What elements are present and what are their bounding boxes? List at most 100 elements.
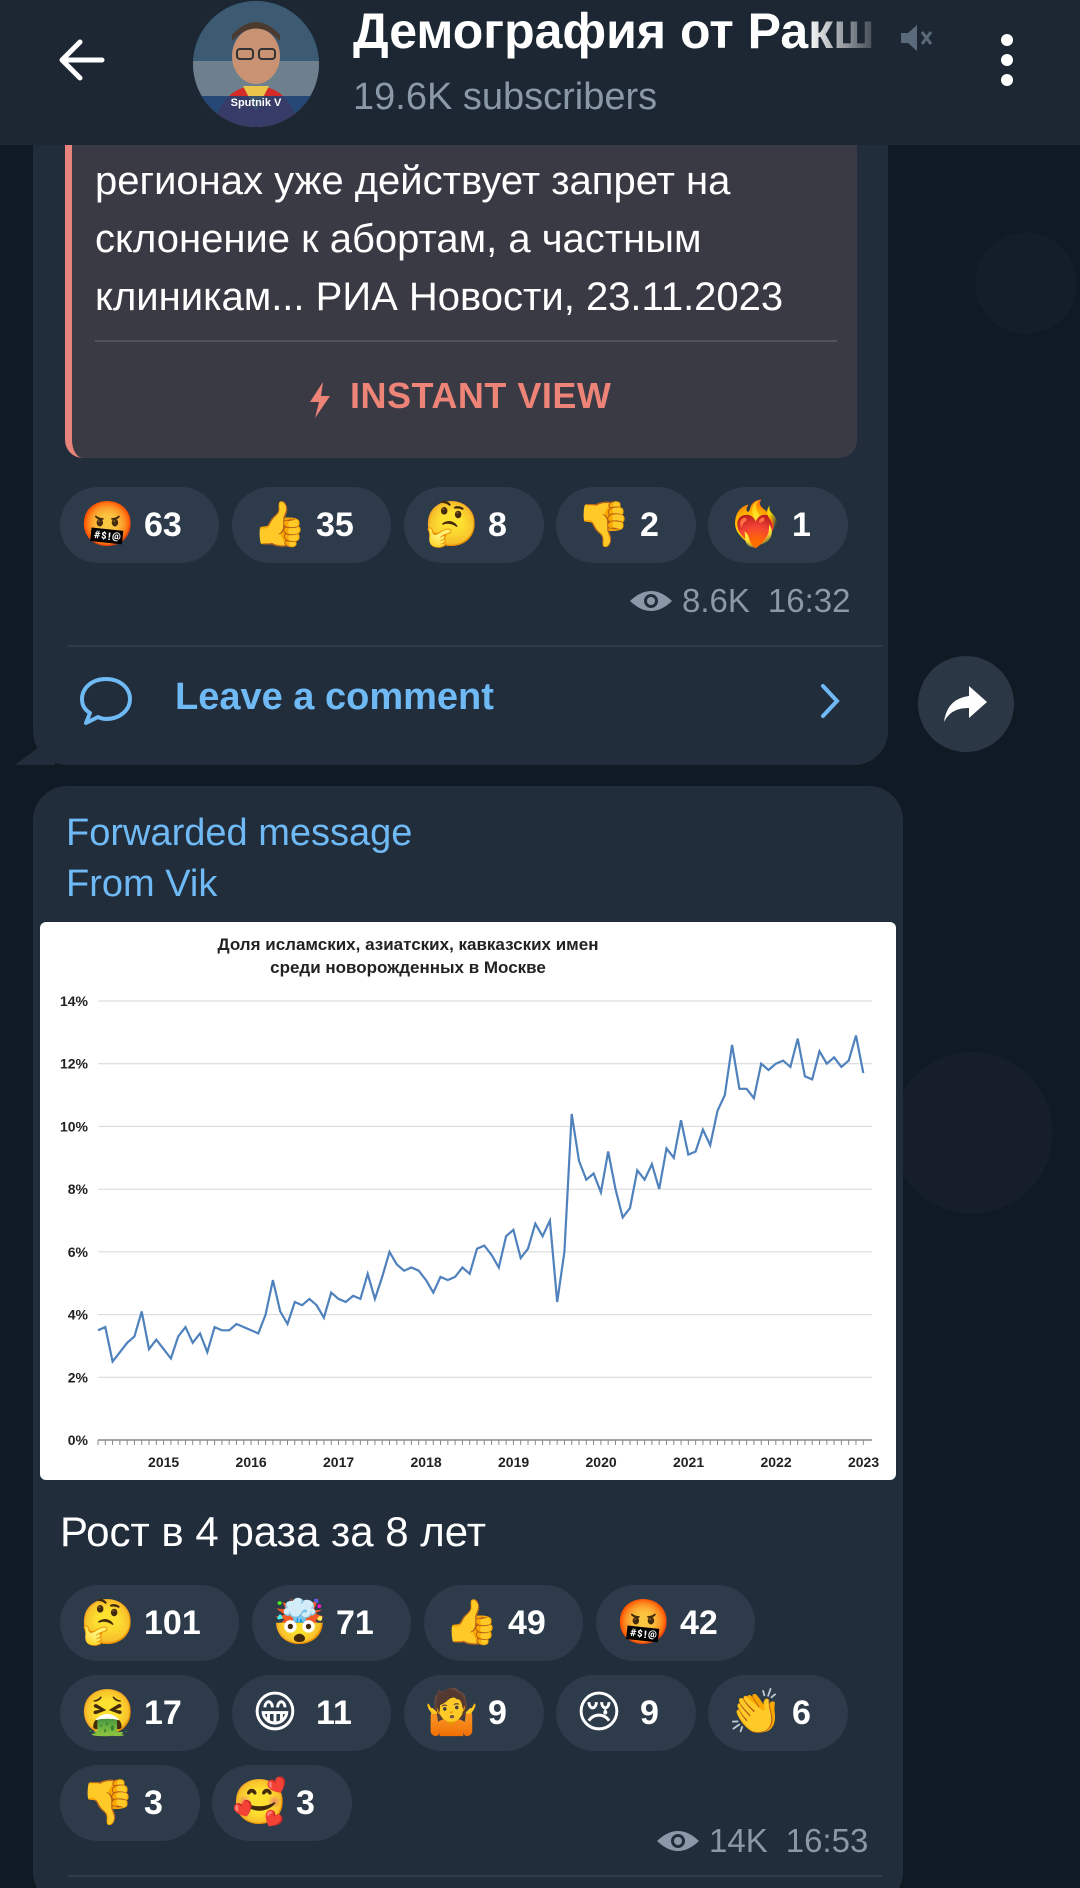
reaction-chip[interactable]: 👎 3 [60,1765,200,1841]
more-menu-icon[interactable] [995,30,1019,90]
eye-icon [630,591,672,611]
reaction-emoji: 👎 [576,499,631,550]
x-tick-label: 2015 [148,1454,179,1470]
forwarded-label: Forwarded message [66,812,413,854]
forwarded-from[interactable]: From Vik [66,863,217,906]
view-count: 8.6K [682,582,750,619]
share-button[interactable] [918,656,1014,752]
reaction-count: 11 [316,1693,352,1732]
reaction-emoji: 🤮 [80,1687,135,1738]
leave-comment-button[interactable]: Leave a comment [175,676,494,719]
y-tick-label: 8% [68,1181,89,1197]
reaction-count: 3 [296,1783,315,1822]
share-arrow-icon [944,686,987,722]
avatar-label: Sputnik V [230,97,282,109]
view-count: 14K [709,1822,768,1859]
reaction-chip[interactable]: 👎 2 [556,487,696,563]
x-tick-label: 2020 [586,1454,617,1470]
subscriber-count: 19.6K subscribers [353,76,658,118]
series-line [97,1035,865,1365]
divider [68,645,883,647]
divider [68,1875,883,1877]
reaction-emoji: 🤔 [80,1597,135,1648]
x-tick-label: 2022 [760,1454,791,1470]
reaction-emoji: ❤️‍🔥 [728,499,783,550]
eye-icon [657,1831,699,1851]
reaction-chip[interactable]: 😁 11 [232,1675,391,1751]
chevron-right-icon[interactable] [815,680,845,722]
link-preview-text: регионах уже действует запрет на склонен… [95,152,835,326]
muted-speaker-icon [901,25,933,51]
reaction-emoji: 👏 [728,1687,783,1738]
reaction-emoji: 🤔 [424,499,479,550]
message-caption: Рост в 4 раза за 8 лет [60,1508,486,1555]
reaction-emoji: 🤬 [616,1597,671,1648]
y-tick-label: 14% [60,993,89,1009]
reaction-count: 6 [792,1693,811,1732]
reaction-emoji: 👍 [252,499,307,550]
x-tick-label: 2023 [848,1454,879,1470]
reaction-count: 42 [680,1603,718,1642]
reaction-chip[interactable]: ❤️‍🔥 1 [708,487,848,563]
reaction-count: 63 [144,505,182,544]
chart-title-line: Доля исламских, азиатских, кавказских им… [218,935,599,954]
channel-title[interactable]: Демография от Ракш [353,2,887,68]
reaction-chip[interactable]: 😢 9 [556,1675,696,1751]
reaction-emoji: 😢 [576,1687,622,1738]
lightning-icon [310,382,330,418]
y-tick-label: 6% [68,1244,89,1260]
reaction-emoji: 😁 [252,1687,298,1738]
line-chart: Доля исламских, азиатских, кавказских им… [60,935,879,1470]
reaction-chip[interactable]: 🤬 42 [596,1585,755,1661]
reaction-count: 8 [488,505,507,544]
reaction-count: 71 [336,1603,374,1642]
comment-bubble-icon [80,677,132,725]
x-tick-label: 2019 [498,1454,529,1470]
y-tick-label: 10% [60,1118,89,1134]
reaction-count: 17 [144,1693,182,1732]
y-tick-label: 2% [68,1369,89,1385]
reaction-count: 101 [144,1603,201,1642]
reaction-emoji: 🤷 [424,1687,479,1738]
reaction-chip[interactable]: 👍 35 [232,487,391,563]
instant-view-button[interactable]: INSTANT VIEW [350,375,611,417]
y-tick-label: 12% [60,1056,89,1072]
reaction-count: 9 [640,1693,659,1732]
reaction-emoji: 👍 [444,1597,499,1648]
reaction-chip[interactable]: 🤬 63 [60,487,219,563]
channel-avatar[interactable]: Sputnik V [193,1,319,127]
reaction-emoji: 👎 [80,1777,135,1828]
reaction-chip[interactable]: 🤷 9 [404,1675,544,1751]
reaction-chip[interactable]: 🤔 8 [404,487,544,563]
reaction-chip[interactable]: 🤔 101 [60,1585,239,1661]
chart-image[interactable]: Доля исламских, азиатских, кавказских им… [40,922,896,1480]
x-tick-label: 2016 [236,1454,267,1470]
y-tick-label: 4% [68,1307,89,1323]
x-tick-label: 2021 [673,1454,704,1470]
message-time: 16:53 [785,1822,869,1859]
reaction-emoji: 🤯 [272,1597,327,1648]
reaction-chip[interactable]: 🥰 3 [212,1765,352,1841]
chart-title-line: среди новорожденных в Москве [270,958,546,977]
reaction-count: 49 [508,1603,546,1642]
preview-line: склонение к абортам, а частным [95,217,702,261]
reaction-count: 2 [640,505,659,544]
preview-line: клиникам... РИА Новости, 23.11.2023 [95,275,784,319]
message-meta: 8.6K 16:32 [628,582,850,620]
reaction-chip[interactable]: 👏 6 [708,1675,848,1751]
reaction-chip[interactable]: 🤮 17 [60,1675,219,1751]
message-time: 16:32 [767,582,851,619]
divider [95,340,837,342]
reaction-emoji: 🤬 [80,499,135,550]
reaction-emoji: 🥰 [232,1777,287,1828]
preview-line: регионах уже действует запрет на [95,159,731,203]
chat-header: Sputnik V Демография от Ракш 19.6K subsc… [0,0,1080,145]
back-arrow-icon[interactable] [52,30,112,90]
reaction-count: 35 [316,505,354,544]
reaction-chip[interactable]: 🤯 71 [252,1585,411,1661]
reaction-count: 1 [792,505,811,544]
x-tick-label: 2017 [323,1454,354,1470]
reaction-count: 3 [144,1783,163,1822]
reaction-chip[interactable]: 👍 49 [424,1585,583,1661]
reaction-count: 9 [488,1693,507,1732]
